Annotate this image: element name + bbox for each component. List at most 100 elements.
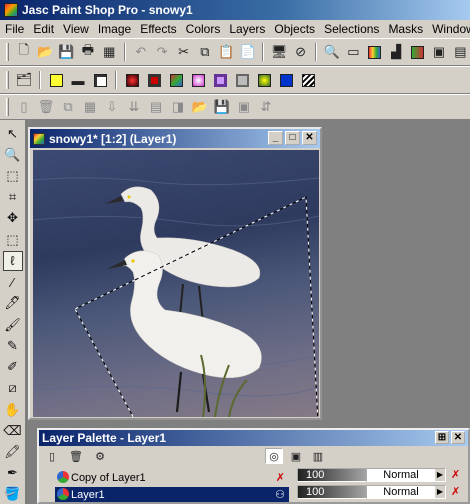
merge-layers-icon[interactable]: ⇩ xyxy=(102,97,122,117)
no-selection-icon[interactable]: ⊘ xyxy=(291,42,310,62)
visibility-off-icon[interactable]: ✗ xyxy=(276,471,285,484)
undo-icon[interactable]: ↶ xyxy=(131,42,150,62)
menu-view[interactable]: View xyxy=(58,20,93,38)
menu-image[interactable]: Image xyxy=(93,20,135,38)
cut-icon[interactable]: ✂ xyxy=(174,42,193,62)
cutout-icon[interactable] xyxy=(90,70,110,90)
menu-objects[interactable]: Objects xyxy=(269,20,319,38)
open-folder-icon[interactable]: 📂 xyxy=(35,42,54,62)
close-button[interactable]: ✕ xyxy=(302,131,317,145)
chevron-right-icon[interactable]: ▶ xyxy=(435,469,445,481)
layer-options-icon[interactable]: ⚙ xyxy=(91,448,109,464)
effect-browser-icon[interactable]: 🗂 xyxy=(14,70,34,90)
paste-new-icon[interactable]: 📄 xyxy=(238,42,257,62)
redo-icon[interactable]: ↷ xyxy=(152,42,171,62)
scratch-remover-icon[interactable]: ✋ xyxy=(3,400,23,419)
menu-selections[interactable]: Selections xyxy=(319,20,383,38)
overview-icon[interactable]: ▣ xyxy=(429,42,448,62)
arrow-tool-icon[interactable]: ↖ xyxy=(3,124,23,143)
minimize-button[interactable]: _ xyxy=(268,131,283,145)
menu-file[interactable]: File xyxy=(0,20,28,38)
picture-tube-icon[interactable]: 🖍 xyxy=(3,442,23,461)
chisel-icon[interactable] xyxy=(166,70,186,90)
flood-fill-icon[interactable]: 🪣 xyxy=(3,485,23,504)
group-icon[interactable]: ▤ xyxy=(146,97,166,117)
clone-brush-icon[interactable]: ✎ xyxy=(3,336,23,355)
blend-mode-select[interactable]: Normal ▶ xyxy=(366,485,446,499)
menu-masks[interactable]: Masks xyxy=(383,20,427,38)
star-effect-icon[interactable] xyxy=(254,70,274,90)
browse-icon[interactable]: ▦ xyxy=(100,42,119,62)
chevron-right-icon[interactable]: ▶ xyxy=(435,486,445,498)
layer-properties-icon[interactable]: ▦ xyxy=(80,97,100,117)
menu-edit[interactable]: Edit xyxy=(28,20,58,38)
move-tool-icon[interactable]: ✥ xyxy=(3,209,23,228)
visibility-on-icon[interactable]: ⚇ xyxy=(275,488,285,501)
color-replacer-icon[interactable]: ✐ xyxy=(3,357,23,376)
new-layer-icon[interactable]: ▯ xyxy=(14,97,34,117)
toolbar-grip[interactable] xyxy=(6,71,9,89)
script-icon[interactable]: ▤ xyxy=(451,42,470,62)
reorder-icon[interactable]: ⇵ xyxy=(256,97,276,117)
mask-icon[interactable]: ◨ xyxy=(168,97,188,117)
blue-square-icon[interactable] xyxy=(276,70,296,90)
magic-wand-icon[interactable]: ⁄ xyxy=(3,273,23,292)
lock-transparency-icon[interactable]: ✗ xyxy=(451,468,465,482)
save-icon[interactable]: 💾 xyxy=(57,42,76,62)
selection-tool-icon[interactable]: ⬚ xyxy=(3,230,23,249)
zoom-icon[interactable]: 🔍 xyxy=(322,42,341,62)
stripes-icon[interactable] xyxy=(298,70,318,90)
monitor-icon[interactable]: 🖥 xyxy=(269,42,288,62)
maximize-button[interactable]: □ xyxy=(285,131,300,145)
open-layer-icon[interactable]: 📂 xyxy=(190,97,210,117)
zoom-tool-icon[interactable]: 🔍 xyxy=(3,145,23,164)
print-icon[interactable]: 🖶 xyxy=(78,42,97,62)
layer-row-layer1[interactable]: Layer1 ⚇ xyxy=(55,487,289,502)
delete-layer-icon[interactable]: 🗑 xyxy=(36,97,56,117)
layer-mask-tab-icon[interactable]: ◎ xyxy=(265,448,283,464)
delete-layer-icon[interactable]: 🗑 xyxy=(67,448,85,464)
blend-mode-select[interactable]: Normal ▶ xyxy=(366,468,446,482)
retouch-icon[interactable]: ⧄ xyxy=(3,379,23,398)
color-palette-icon[interactable] xyxy=(365,42,384,62)
layer-palette-icon[interactable] xyxy=(408,42,427,62)
airbrush-icon[interactable]: ✒ xyxy=(3,464,23,483)
toolbar-grip[interactable] xyxy=(6,43,9,61)
dropper-icon[interactable]: 🖊 xyxy=(3,294,23,313)
menu-effects[interactable]: Effects xyxy=(135,20,180,38)
drop-shadow-icon[interactable]: ▬ xyxy=(68,70,88,90)
eraser-icon[interactable]: ⌫ xyxy=(3,421,23,440)
frame-layer-icon[interactable]: ▣ xyxy=(234,97,254,117)
paint-brush-icon[interactable]: 🖌 xyxy=(3,315,23,334)
tool-options-icon[interactable]: ▭ xyxy=(344,42,363,62)
crop-tool-icon[interactable]: ⌗ xyxy=(3,188,23,207)
texture-icon[interactable] xyxy=(232,70,252,90)
merge-visible-icon[interactable]: ⇊ xyxy=(124,97,144,117)
new-layer-icon[interactable]: ▯ xyxy=(43,448,61,464)
layer-properties-tab-icon[interactable]: ▣ xyxy=(287,448,305,464)
eye-candy-icon[interactable] xyxy=(188,70,208,90)
palette-close-button[interactable]: ✕ xyxy=(451,431,465,444)
bevel-icon[interactable] xyxy=(122,70,142,90)
duplicate-layer-icon[interactable]: ⧉ xyxy=(58,97,78,117)
layer-palette-titlebar[interactable]: Layer Palette - Layer1 xyxy=(39,430,468,446)
paste-icon[interactable]: 📋 xyxy=(217,42,236,62)
image-canvas[interactable] xyxy=(33,150,319,417)
yellow-square-icon[interactable] xyxy=(46,70,66,90)
layer-groups-tab-icon[interactable]: ▥ xyxy=(309,448,327,464)
save-layer-icon[interactable]: 💾 xyxy=(212,97,232,117)
lock-transparency-icon[interactable]: ✗ xyxy=(451,485,465,499)
deformation-tool-icon[interactable]: ⬚ xyxy=(3,166,23,185)
menu-layers[interactable]: Layers xyxy=(224,20,269,38)
menu-window[interactable]: Window xyxy=(427,20,470,38)
copy-icon[interactable]: ⧉ xyxy=(195,42,214,62)
frame-icon[interactable] xyxy=(210,70,230,90)
palette-pin-button[interactable]: ⊞ xyxy=(435,431,449,444)
buttonize-icon[interactable] xyxy=(144,70,164,90)
freehand-selection-icon[interactable]: ℓ xyxy=(2,251,23,271)
layer-row-copy-of-layer1[interactable]: Copy of Layer1 ✗ xyxy=(55,470,289,485)
toolbar-grip[interactable] xyxy=(6,98,9,116)
new-file-icon[interactable]: 🗋 xyxy=(14,42,33,62)
histogram-icon[interactable]: ▟ xyxy=(386,42,405,62)
menu-colors[interactable]: Colors xyxy=(181,20,225,38)
